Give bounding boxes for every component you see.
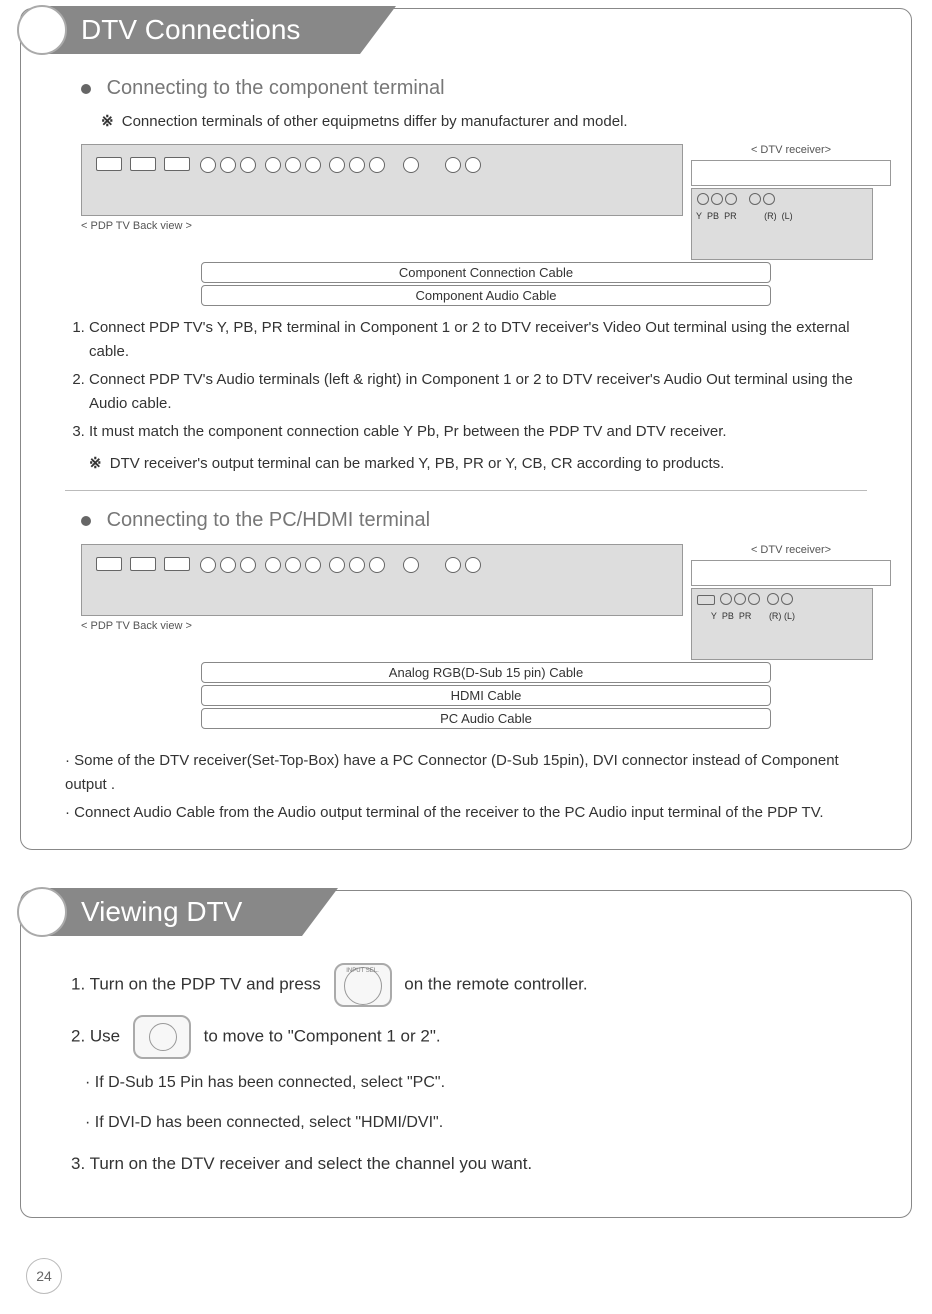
port-r: (R) bbox=[769, 611, 782, 621]
receiver-top-icon bbox=[691, 560, 891, 586]
analog-rgb-cable-label: Analog RGB(D-Sub 15 pin) Cable bbox=[201, 662, 771, 683]
pc-audio-cable-label: PC Audio Cable bbox=[201, 708, 771, 729]
pdp-back-view-label: < PDP TV Back view > bbox=[81, 220, 683, 232]
viewing-step-2: 2. Use to move to "Component 1 or 2". bbox=[71, 1015, 861, 1059]
viewing-subnote-1: · If D-Sub 15 Pin has been connected, se… bbox=[85, 1067, 861, 1099]
subheading-text: Connecting to the component terminal bbox=[107, 77, 445, 99]
dtv-connections-section: DTV Connections Connecting to the compon… bbox=[20, 8, 912, 850]
input-select-button-icon: INPUT SEL. bbox=[334, 963, 392, 1007]
dtv-receiver-label: < DTV receiver> bbox=[691, 144, 891, 156]
component-steps-list: Connect PDP TV's Y, PB, PR terminal in C… bbox=[61, 316, 871, 444]
section-title-bar: Viewing DTV bbox=[17, 887, 302, 937]
note-mark-icon: ※ bbox=[101, 113, 114, 130]
viewing-subnote-2: · If DVI-D has been connected, select "H… bbox=[85, 1107, 861, 1139]
section-title: Viewing DTV bbox=[47, 888, 302, 936]
subheading-pc-hdmi: Connecting to the PC/HDMI terminal bbox=[81, 509, 891, 532]
subheading-component: Connecting to the component terminal bbox=[81, 77, 891, 100]
component-audio-cable-label: Component Audio Cable bbox=[201, 285, 771, 306]
viewing-steps: 1. Turn on the PDP TV and press INPUT SE… bbox=[71, 963, 861, 1181]
port-pr: PR bbox=[739, 611, 752, 621]
dtv-receiver-panel-2: Y PB PR (R) (L) bbox=[691, 588, 873, 660]
port-pb: PB bbox=[722, 611, 734, 621]
component-step-3: It must match the component connection c… bbox=[89, 420, 871, 444]
dtv-receiver-panel: Y PB PR (R) (L) bbox=[691, 188, 873, 260]
subheading-text: Connecting to the PC/HDMI terminal bbox=[107, 509, 430, 531]
pdp-tv-back-panel bbox=[81, 144, 683, 216]
port-pr: PR bbox=[724, 211, 737, 221]
port-y: Y bbox=[711, 611, 717, 621]
receiver-top-icon bbox=[691, 160, 891, 186]
pdp-back-view-label-2: < PDP TV Back view > bbox=[81, 620, 683, 632]
port-pb: PB bbox=[707, 211, 719, 221]
pdp-tv-back-panel-2 bbox=[81, 544, 683, 616]
hdmi-cable-label: HDMI Cable bbox=[201, 685, 771, 706]
title-circle-icon bbox=[17, 5, 67, 55]
divider bbox=[65, 490, 867, 491]
component-step-1: Connect PDP TV's Y, PB, PR terminal in C… bbox=[89, 316, 871, 364]
page-number: 24 bbox=[26, 1258, 62, 1294]
port-l: (L) bbox=[784, 611, 795, 621]
note-mark-icon: ※ bbox=[89, 455, 102, 472]
pc-hdmi-note-2: · Connect Audio Cable from the Audio out… bbox=[65, 801, 867, 825]
pc-hdmi-connection-diagram: < PDP TV Back view > < DTV receiver> Y bbox=[81, 544, 891, 729]
component-connection-cable-label: Component Connection Cable bbox=[201, 262, 771, 283]
component-steps-note: ※ DTV receiver's output terminal can be … bbox=[89, 454, 891, 472]
viewing-step-3: 3. Turn on the DTV receiver and select t… bbox=[71, 1147, 861, 1181]
dtv-receiver-label-2: < DTV receiver> bbox=[691, 544, 891, 556]
viewing-dtv-section: Viewing DTV 1. Turn on the PDP TV and pr… bbox=[20, 890, 912, 1218]
page-footer: 24 bbox=[26, 1258, 912, 1294]
section-title: DTV Connections bbox=[47, 6, 360, 54]
component-connection-diagram: < PDP TV Back view > < DTV receiver> Y P… bbox=[81, 144, 891, 306]
note-line: ※ Connection terminals of other equipmet… bbox=[101, 112, 891, 130]
steps-note-text: DTV receiver's output terminal can be ma… bbox=[110, 455, 725, 472]
pc-hdmi-notes: · Some of the DTV receiver(Set-Top-Box) … bbox=[65, 749, 867, 825]
viewing-step-1: 1. Turn on the PDP TV and press INPUT SE… bbox=[71, 963, 861, 1007]
port-r: (R) bbox=[764, 211, 777, 221]
nav-button-icon bbox=[133, 1015, 191, 1059]
component-step-2: Connect PDP TV's Audio terminals (left &… bbox=[89, 368, 871, 416]
bullet-dot-icon bbox=[81, 516, 91, 526]
port-l: (L) bbox=[782, 211, 793, 221]
title-circle-icon bbox=[17, 887, 67, 937]
section-title-bar: DTV Connections bbox=[17, 5, 360, 55]
port-y: Y bbox=[696, 211, 702, 221]
pc-hdmi-note-1: · Some of the DTV receiver(Set-Top-Box) … bbox=[65, 749, 867, 797]
bullet-dot-icon bbox=[81, 84, 91, 94]
note-text: Connection terminals of other equipmetns… bbox=[122, 113, 628, 130]
